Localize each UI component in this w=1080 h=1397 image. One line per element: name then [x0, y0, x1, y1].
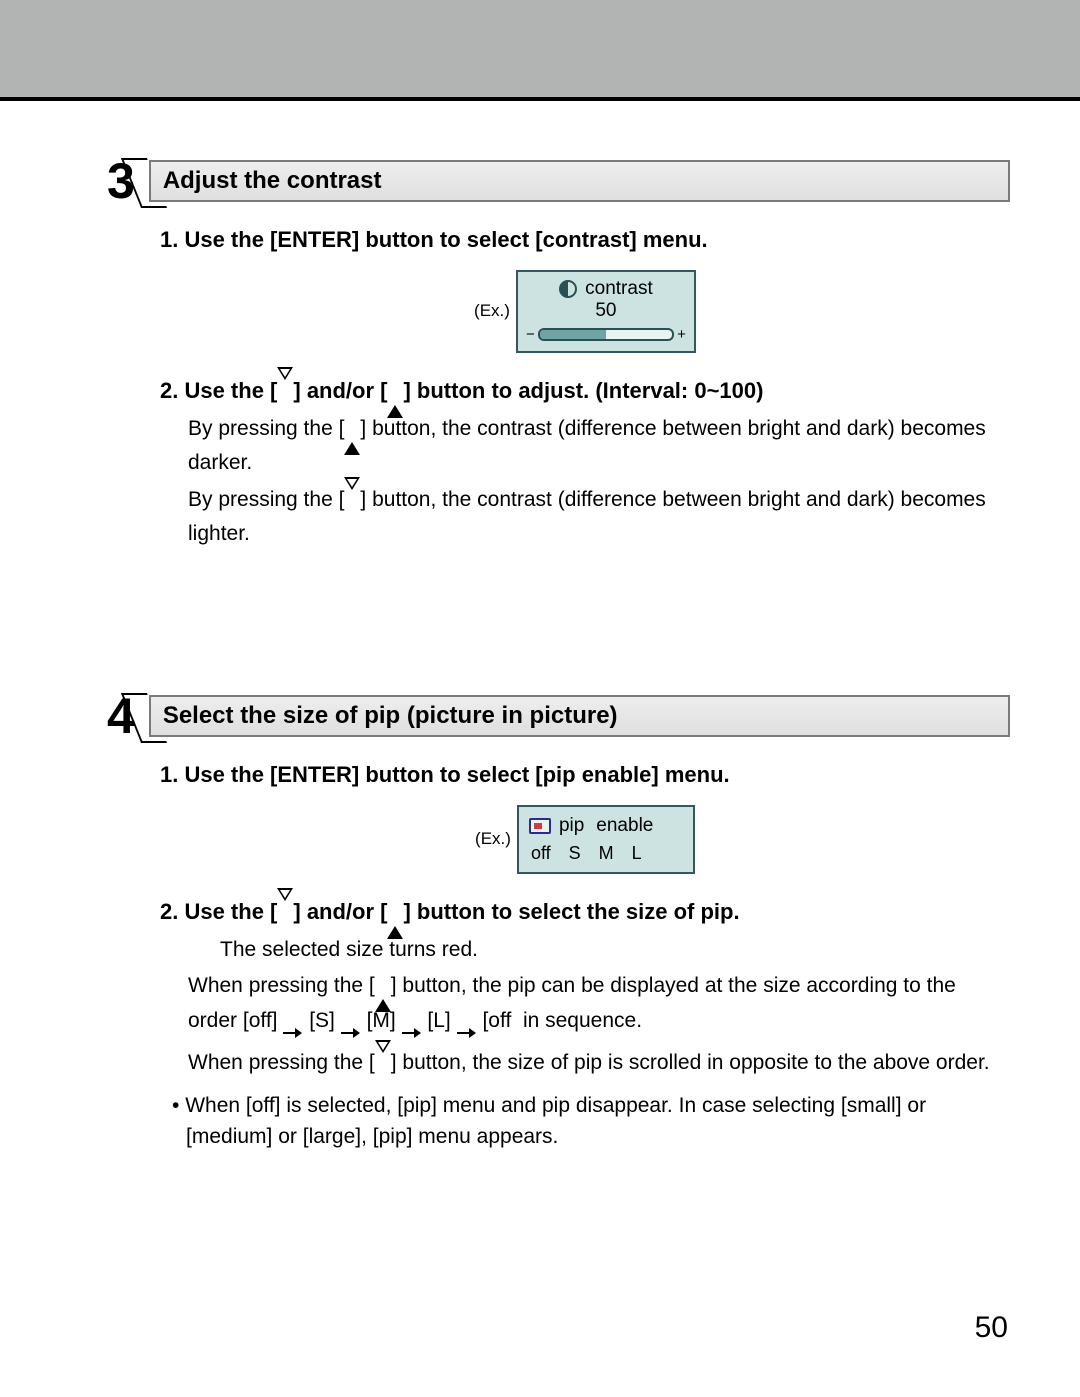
- paragraph: The selected size turns red.: [220, 934, 1010, 967]
- text: [M]: [367, 1009, 396, 1032]
- text: 2. Use the [: [160, 378, 277, 403]
- step-4-header: 4 Select the size of pip (picture in pic…: [105, 691, 1010, 741]
- substep-heading: 2. Use the [ ] and/or [ ] button to select…: [160, 896, 1010, 930]
- substep-heading: 1. Use the [ENTER] button to select [pip…: [160, 759, 1010, 791]
- step-3-header: 3 Adjust the contrast: [105, 156, 1010, 206]
- text: in sequence.: [523, 1009, 642, 1032]
- menu-name: pip enable: [543, 762, 652, 787]
- osd-pip-label: pip: [559, 815, 584, 837]
- pip-icon: [529, 818, 551, 834]
- step-4: 4 Select the size of pip (picture in pic…: [105, 691, 1010, 1153]
- text: small: [847, 1094, 896, 1117]
- osd-contrast-box: contrast 50 − +: [516, 270, 696, 353]
- text: large: [309, 1125, 356, 1148]
- step4-sub2: 2. Use the [ ] and/or [ ] button to select…: [160, 896, 1010, 1153]
- header-banner: [0, 0, 1080, 97]
- up-triangle-icon: [344, 419, 360, 455]
- down-triangle-icon: [375, 1040, 391, 1076]
- bullet-note: • When [off] is selected, [pip] menu and…: [186, 1090, 1010, 1153]
- example-label: (Ex.): [475, 829, 511, 849]
- step3-sub2: 2. Use the [ ] and/or [ ] button to adjust…: [160, 375, 1010, 551]
- paragraph: When pressing the [] button, the pip can…: [188, 970, 1010, 1037]
- up-triangle-icon: [387, 901, 403, 939]
- example-label: (Ex.): [474, 301, 510, 321]
- text: When pressing the [: [188, 1051, 375, 1074]
- step-4-title: Select the size of pip (picture in pictu…: [149, 695, 1010, 737]
- example-contrast: (Ex.) contrast 50 − +: [160, 270, 1010, 353]
- text: ] menu.: [651, 762, 729, 787]
- osd-plus: +: [677, 326, 686, 343]
- contrast-icon: [559, 280, 577, 298]
- osd-line1: contrast: [526, 278, 686, 300]
- example-pip: (Ex.) pip enable off S M L: [160, 805, 1010, 874]
- up-triangle-icon: [375, 976, 391, 1012]
- text: 2. Use the [: [160, 899, 277, 924]
- paragraph: By pressing the [] button, the contrast …: [188, 413, 1010, 480]
- pip-option-off: off: [531, 843, 551, 864]
- text: By pressing the [: [188, 417, 344, 440]
- substep-heading: 2. Use the [ ] and/or [ ] button to adjust…: [160, 375, 1010, 409]
- osd-pip-line1: pip enable: [529, 815, 683, 837]
- substep-heading: 1. Use the [ENTER] button to select [con…: [160, 224, 1010, 256]
- text: ] and/or [: [293, 899, 387, 924]
- text: ] menu.: [629, 227, 707, 252]
- paragraph: When pressing the [ ] button, the size of…: [188, 1047, 1010, 1082]
- osd-contrast-label: contrast: [585, 278, 653, 300]
- menu-name: contrast: [543, 227, 630, 252]
- text: ] button, the size of pip is scrolled in…: [391, 1051, 990, 1074]
- step-title-wrap: Adjust the contrast: [149, 160, 1010, 202]
- text: 1. Use the [ENTER] button to select [: [160, 227, 543, 252]
- text: When [off] is selected, [pip] menu and p…: [185, 1094, 847, 1117]
- pip-option-m: M: [599, 843, 614, 864]
- text: [off: [482, 1009, 511, 1032]
- osd-pip-options: off S M L: [529, 843, 683, 864]
- text: When pressing the [: [188, 974, 375, 997]
- pip-option-s: S: [569, 843, 581, 864]
- down-triangle-icon: [344, 477, 360, 513]
- text: ] or [: [267, 1125, 309, 1148]
- osd-pip-box: pip enable off S M L: [517, 805, 695, 874]
- osd-slider-fill: [540, 330, 606, 339]
- page-number: 50: [975, 1311, 1008, 1345]
- text: 1. Use the [ENTER] button to select [: [160, 762, 543, 787]
- text: ] and/or [: [293, 378, 387, 403]
- step3-sub1: 1. Use the [ENTER] button to select [con…: [160, 224, 1010, 353]
- text: [S]: [309, 1009, 335, 1032]
- step-3: 3 Adjust the contrast 1. Use the [ENTER]…: [105, 156, 1010, 551]
- pip-option-l: L: [632, 843, 642, 864]
- step-3-title: Adjust the contrast: [149, 160, 1010, 202]
- paragraph: By pressing the [] button, the contrast …: [188, 484, 1010, 551]
- osd-slider-row: − +: [526, 326, 686, 343]
- down-triangle-icon: [277, 888, 293, 926]
- text: ], [pip] menu appears.: [355, 1125, 558, 1148]
- down-triangle-icon: [277, 367, 293, 405]
- text: By pressing the [: [188, 488, 344, 511]
- step4-sub1: 1. Use the [ENTER] button to select [pip…: [160, 759, 1010, 874]
- osd-minus: −: [526, 326, 535, 343]
- text: ] button to select the size of pip.: [403, 899, 739, 924]
- up-triangle-icon: [387, 380, 403, 418]
- step-title-wrap: Select the size of pip (picture in pictu…: [149, 695, 1010, 737]
- text: medium: [192, 1125, 267, 1148]
- page-content: 3 Adjust the contrast 1. Use the [ENTER]…: [0, 101, 1080, 1153]
- osd-slider: [538, 328, 674, 341]
- manual-page: 3 Adjust the contrast 1. Use the [ENTER]…: [0, 0, 1080, 1397]
- text: [L]: [427, 1009, 450, 1032]
- osd-enable-label: enable: [596, 815, 653, 837]
- osd-contrast-value: 50: [526, 300, 686, 322]
- text: ] button to adjust. (Interval: 0~100): [403, 378, 763, 403]
